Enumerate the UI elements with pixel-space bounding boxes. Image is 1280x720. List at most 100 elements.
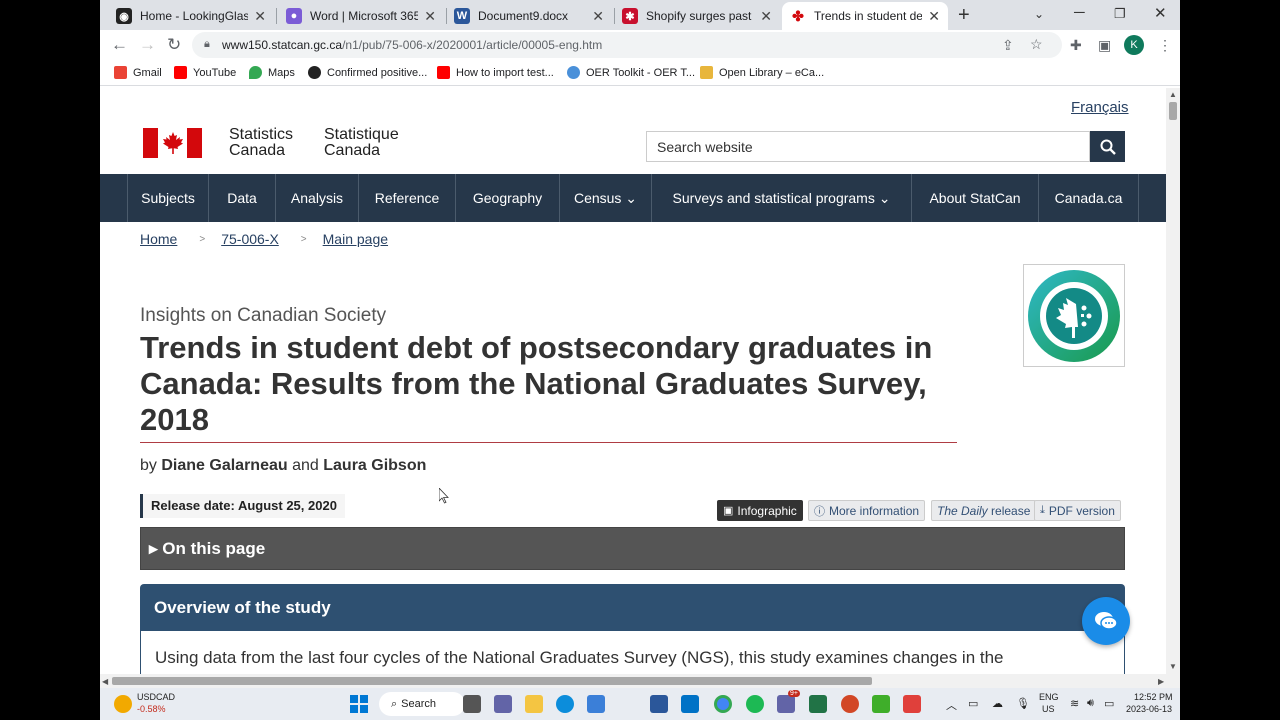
canada-flag-logo[interactable] <box>143 128 202 158</box>
battery-icon[interactable]: ▭ <box>1104 697 1114 710</box>
restore-icon[interactable]: ❐ <box>1114 6 1126 22</box>
bookmark-gmail[interactable]: Gmail <box>114 66 162 79</box>
wifi-icon[interactable]: ≋ <box>1070 697 1079 710</box>
task-view-icon[interactable] <box>463 695 481 713</box>
bookmark-label: OER Toolkit - OER T... <box>586 66 696 79</box>
minimize-icon[interactable]: ─ <box>1074 4 1085 21</box>
scroll-right-icon[interactable]: ▶ <box>1158 677 1164 686</box>
tab-document9[interactable]: W Document9.docx ✕ <box>446 2 612 30</box>
pdf-version-button[interactable]: ⤓ PDF version <box>1034 500 1121 521</box>
wordmark-line: Canada <box>229 142 286 159</box>
share-icon[interactable]: ⇪ <box>1002 37 1014 54</box>
edge-icon[interactable] <box>556 695 574 713</box>
infographic-button[interactable]: ▣ Infographic <box>717 500 803 521</box>
microphone-icon[interactable]: 🎙︎ <box>1016 697 1030 710</box>
tray-app-icon[interactable]: ▭ <box>968 697 978 710</box>
excel-icon[interactable] <box>809 695 827 713</box>
teams-icon[interactable] <box>777 695 795 713</box>
byline-conjunction: and <box>292 457 319 474</box>
scroll-up-icon[interactable]: ▲ <box>1169 90 1177 99</box>
flag-bar-left <box>143 128 158 158</box>
bookmark-label: How to import test... <box>456 66 554 79</box>
tray-cloud-icon[interactable]: ☁ <box>992 697 1003 710</box>
menu-kebab-icon[interactable]: ⋮ <box>1158 37 1172 54</box>
bookmark-confirmed-positive[interactable]: Confirmed positive... <box>308 66 427 79</box>
camtasia-icon[interactable] <box>872 695 890 713</box>
wordmark-line: Statistics <box>229 126 294 143</box>
address-bar[interactable]: 🔒︎ www150.statcan.gc.ca/n1/pub/75-006-x/… <box>192 32 1062 58</box>
side-panel-icon[interactable]: ▣ <box>1098 37 1111 54</box>
book-icon <box>700 66 713 79</box>
tab-lookingglass[interactable]: ◉ Home - LookingGlass ✕ <box>108 2 274 30</box>
language-toggle-link[interactable]: Français <box>1071 99 1129 116</box>
close-icon[interactable]: ✕ <box>424 8 436 25</box>
nav-subjects[interactable]: Subjects <box>127 174 208 222</box>
breadcrumb-separator: > <box>300 233 307 245</box>
extensions-icon[interactable]: ✚ <box>1070 37 1082 54</box>
tab-shopify-news[interactable]: ✱ Shopify surges past Roy ✕ <box>614 2 780 30</box>
scroll-down-icon[interactable]: ▼ <box>1169 662 1177 671</box>
word-app-icon[interactable] <box>650 695 668 713</box>
bookmark-import-test[interactable]: How to import test... <box>437 66 554 79</box>
scrollbar-thumb[interactable] <box>1169 102 1177 120</box>
spotify-icon[interactable] <box>746 695 764 713</box>
close-icon[interactable]: ✕ <box>254 8 266 25</box>
scroll-left-icon[interactable]: ◀ <box>102 677 108 686</box>
teams-chat-icon[interactable] <box>494 695 512 713</box>
nav-reference[interactable]: Reference <box>358 174 455 222</box>
bookmark-youtube[interactable]: YouTube <box>174 66 236 79</box>
breadcrumb-home[interactable]: Home <box>140 231 177 247</box>
back-icon[interactable]: ← <box>111 35 128 55</box>
more-information-button[interactable]: ⓘ More information <box>808 500 926 521</box>
window-close-icon[interactable]: ✕ <box>1154 4 1167 22</box>
ticker-icon[interactable] <box>114 695 132 713</box>
vertical-scrollbar[interactable]: ▲ ▼ <box>1166 88 1180 674</box>
powerpoint-icon[interactable] <box>841 695 859 713</box>
clock-time[interactable]: 12:52 PM <box>1134 692 1173 702</box>
nav-data[interactable]: Data <box>208 174 275 222</box>
bookmark-oer-toolkit[interactable]: OER Toolkit - OER T... <box>567 66 695 79</box>
breadcrumb-75-006-x[interactable]: 75-006-X <box>221 231 279 247</box>
file-explorer-icon[interactable] <box>525 695 543 713</box>
close-icon[interactable]: ✕ <box>592 8 604 25</box>
nav-analysis[interactable]: Analysis <box>275 174 358 222</box>
tab-search-chevron-icon[interactable]: ⌄ <box>1034 7 1044 21</box>
close-icon[interactable]: ✕ <box>928 8 940 25</box>
bookmark-label: Gmail <box>133 66 162 79</box>
nav-surveys-programs[interactable]: Surveys and statistical programs ⌄ <box>651 174 911 222</box>
chrome-icon[interactable] <box>714 695 732 713</box>
daily-release-button[interactable]: The Daily release <box>931 500 1037 521</box>
on-this-page-toggle[interactable]: ▸ On this page <box>140 527 1125 570</box>
bookmark-maps[interactable]: Maps <box>249 66 295 79</box>
input-language[interactable]: ENG <box>1039 692 1059 702</box>
url-text[interactable]: www150.statcan.gc.ca/n1/pub/75-006-x/202… <box>222 38 602 52</box>
taskbar-search[interactable]: ⌕ Search <box>379 692 465 716</box>
chat-button[interactable] <box>1082 597 1130 645</box>
windows-start-icon[interactable] <box>350 695 368 713</box>
outlook-icon[interactable] <box>681 695 699 713</box>
recorder-icon[interactable] <box>903 695 921 713</box>
bookmark-star-icon[interactable]: ☆ <box>1030 36 1043 53</box>
tray-chevron-icon[interactable]: ︿ <box>946 697 957 713</box>
search-button[interactable] <box>1090 131 1125 162</box>
horizontal-scrollbar[interactable]: ◀ ▶ <box>100 674 1180 688</box>
nav-geography[interactable]: Geography <box>455 174 559 222</box>
forward-icon[interactable]: → <box>139 35 156 55</box>
reload-icon[interactable]: ↻ <box>167 35 181 55</box>
close-icon[interactable]: ✕ <box>760 8 772 25</box>
breadcrumb-main-page[interactable]: Main page <box>323 231 388 247</box>
nav-canada-ca[interactable]: Canada.ca <box>1038 174 1139 222</box>
new-tab-button[interactable]: + <box>958 4 970 27</box>
volume-icon[interactable]: 🔊︎ <box>1087 697 1094 710</box>
bookmark-open-library[interactable]: Open Library – eCa... <box>700 66 824 79</box>
google-icon <box>114 66 127 79</box>
scrollbar-thumb[interactable] <box>112 677 872 685</box>
title-divider <box>140 442 957 443</box>
search-input[interactable] <box>647 132 1089 161</box>
tab-student-debt[interactable]: ✤ Trends in student debt o ✕ <box>782 2 948 30</box>
store-icon[interactable] <box>587 695 605 713</box>
nav-about-statcan[interactable]: About StatCan <box>911 174 1038 222</box>
nav-census[interactable]: Census ⌄ <box>559 174 651 222</box>
tab-word-365[interactable]: ● Word | Microsoft 365 ✕ <box>278 2 444 30</box>
profile-avatar[interactable]: K <box>1124 35 1144 55</box>
